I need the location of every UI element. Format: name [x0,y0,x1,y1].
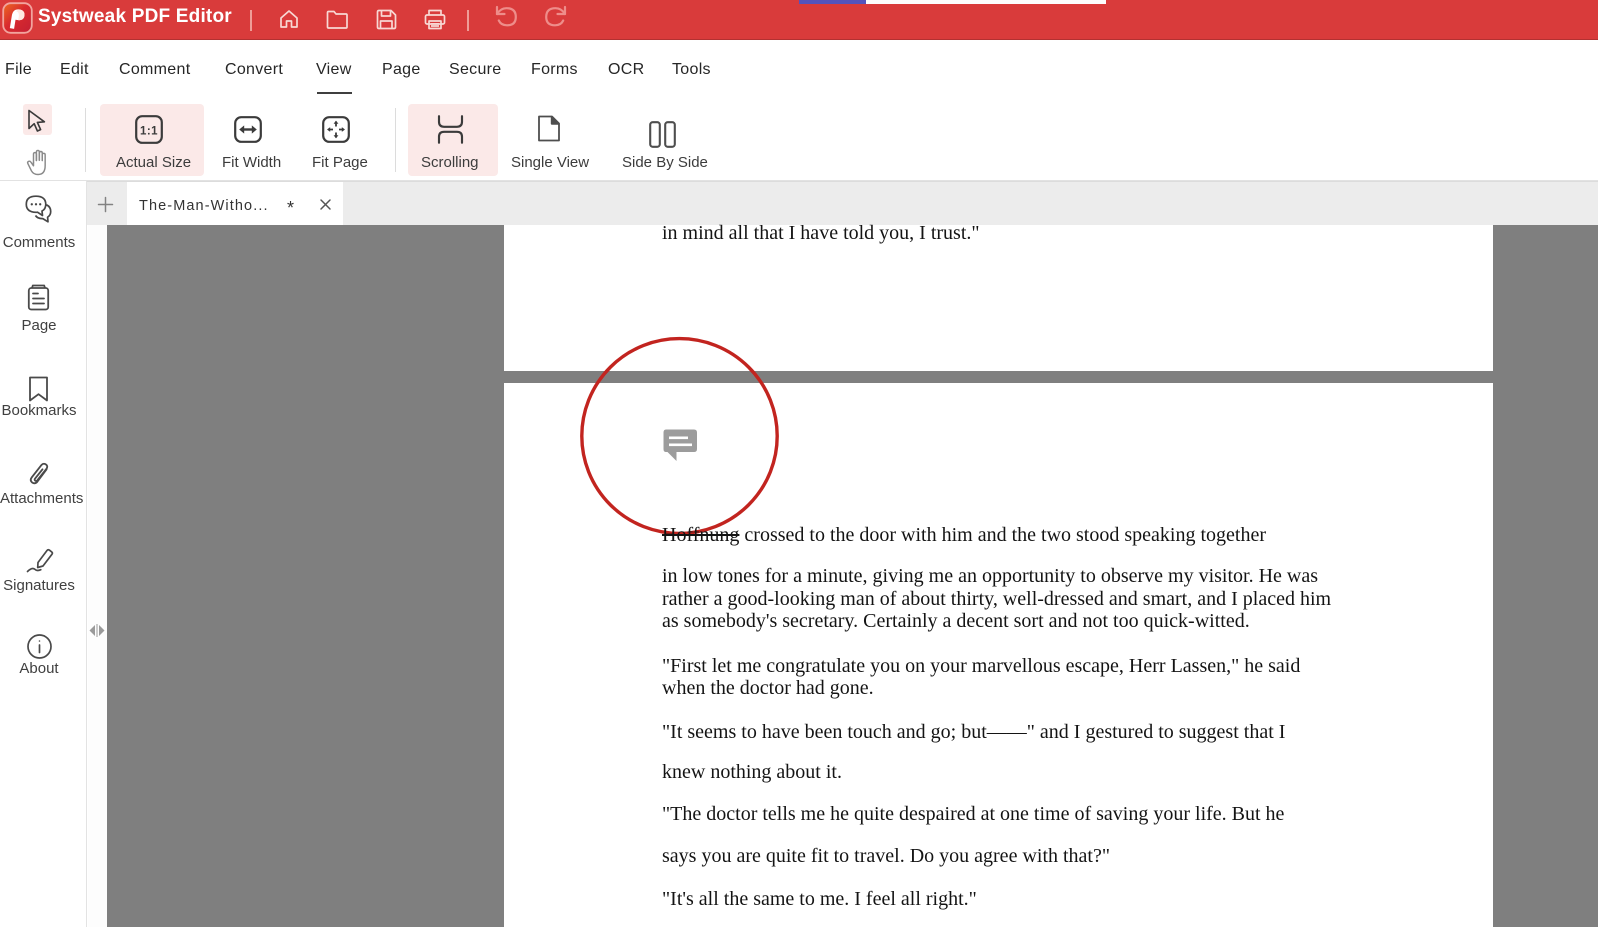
svg-text:1:1: 1:1 [140,126,158,138]
